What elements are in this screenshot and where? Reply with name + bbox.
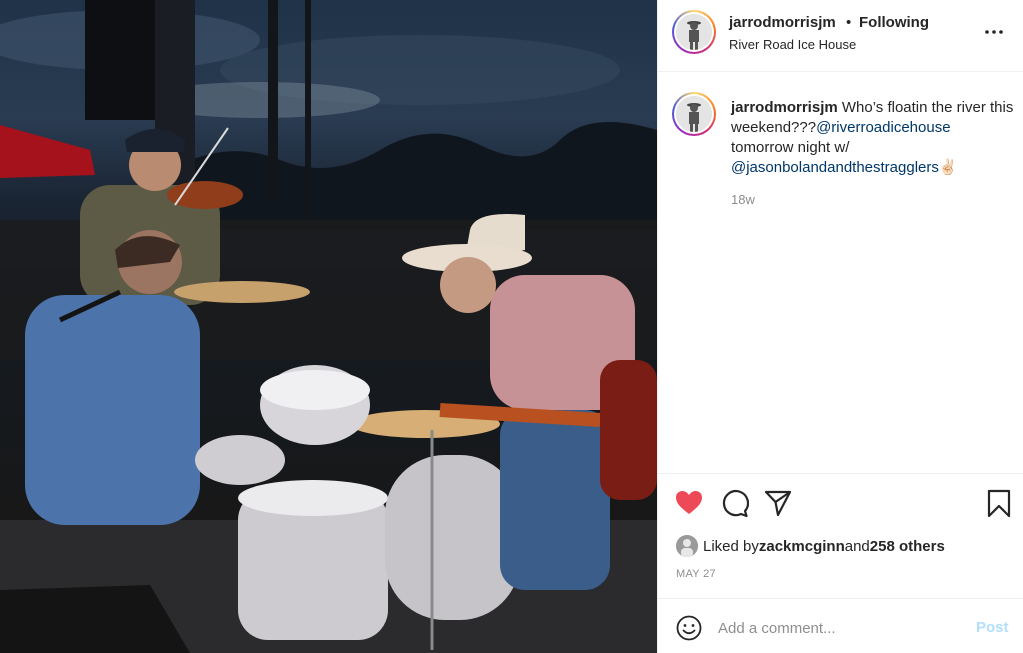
caption-body-2: tomorrow night w/ [731,139,850,156]
person-silhouette-icon [676,14,712,50]
header-username[interactable]: jarrodmorrisjm [729,14,836,31]
separator-dot: • [846,14,852,31]
caption-text: jarrodmorrisjm Who’s floatin the river t… [731,98,1016,178]
mention-jasonboland[interactable]: @jasonbolandandthestragglers [731,159,939,176]
action-bar: Liked by zackmcginn and 258 others MAY 2… [658,474,1023,598]
person-silhouette-icon [676,535,698,557]
concert-stage-image [0,0,657,653]
share-icon[interactable] [763,488,793,518]
post-header: jarrodmorrisjm • Following River Road Ic… [658,0,1023,72]
more-horizontal-icon[interactable] [982,20,1006,44]
mention-riverroadicehouse[interactable]: @riverroadicehouse [816,119,950,136]
caption-timestamp[interactable]: 18w [731,192,755,207]
emoji-icon[interactable] [676,615,702,641]
caption-avatar[interactable] [672,92,716,136]
location-link[interactable]: River Road Ice House [729,37,856,52]
comment-composer: Post [658,598,1023,653]
bookmark-icon[interactable] [984,488,1014,518]
post-photo[interactable] [0,0,657,653]
likes-summary: Liked by zackmcginn and 258 others [676,535,945,557]
person-silhouette-icon [676,96,712,132]
likes-and: and [844,537,870,555]
post-date[interactable]: MAY 27 [676,568,716,580]
liker-username[interactable]: zackmcginn [759,538,845,555]
likes-prefix: Liked by [703,537,759,555]
comment-icon[interactable] [719,488,749,518]
post-side-panel: jarrodmorrisjm • Following River Road Ic… [657,0,1023,653]
likes-count-link[interactable]: 258 others [870,538,945,555]
caption-section: jarrodmorrisjm Who’s floatin the river t… [658,72,1023,474]
peace-sign-emoji: ✌🏻 [938,159,958,176]
following-button[interactable]: Following [859,14,929,31]
post-comment-button[interactable]: Post [976,619,1009,636]
liker-avatar[interactable] [676,535,698,557]
heart-icon[interactable] [674,488,704,518]
caption-username[interactable]: jarrodmorrisjm [731,99,838,116]
profile-avatar[interactable] [672,10,716,54]
comment-input[interactable] [718,618,958,638]
